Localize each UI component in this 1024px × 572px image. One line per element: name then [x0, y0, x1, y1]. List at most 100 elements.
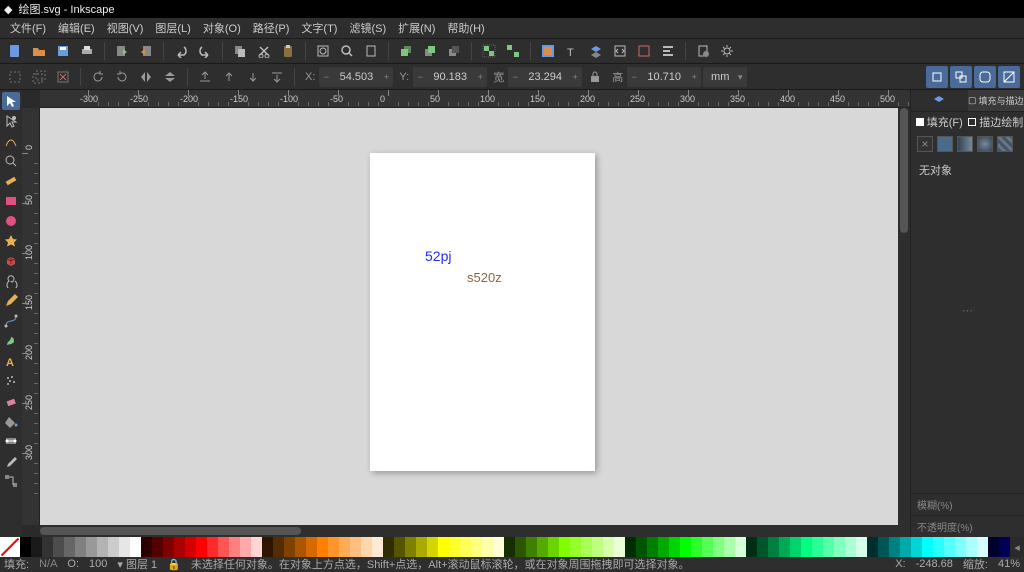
status-lock-icon[interactable]: 🔒: [167, 558, 181, 571]
palette-swatch[interactable]: [955, 537, 966, 557]
menu-layer[interactable]: 图层(L): [149, 18, 196, 38]
status-layer-nav[interactable]: ▾ 图层 1: [117, 556, 157, 572]
palette-swatch[interactable]: [251, 537, 262, 557]
menu-text[interactable]: 文字(T): [295, 18, 343, 38]
palette-menu-button[interactable]: ◂: [1010, 541, 1024, 554]
palette-swatch[interactable]: [812, 537, 823, 557]
unlink-clone-button[interactable]: [443, 40, 465, 62]
palette-swatch[interactable]: [394, 537, 405, 557]
palette-swatch[interactable]: [757, 537, 768, 557]
bucket-tool[interactable]: [2, 412, 20, 430]
palette-swatch[interactable]: [867, 537, 878, 557]
lower-bottom-button[interactable]: [266, 66, 288, 88]
palette-swatch[interactable]: [559, 537, 570, 557]
palette-swatch[interactable]: [680, 537, 691, 557]
palette-swatch[interactable]: [603, 537, 614, 557]
measure-tool[interactable]: [2, 172, 20, 190]
text-dialog-button[interactable]: T: [561, 40, 583, 62]
palette-swatch[interactable]: [526, 537, 537, 557]
paste-button[interactable]: [277, 40, 299, 62]
palette-swatch[interactable]: [658, 537, 669, 557]
palette-swatch[interactable]: [592, 537, 603, 557]
palette-swatch[interactable]: [537, 537, 548, 557]
palette-swatch[interactable]: [669, 537, 680, 557]
calligraphy-tool[interactable]: [2, 332, 20, 350]
eraser-tool[interactable]: [2, 392, 20, 410]
palette-swatch[interactable]: [284, 537, 295, 557]
horizontal-ruler[interactable]: -300-250-200-150-100-5005010015020025030…: [40, 90, 910, 108]
zoom-drawing-button[interactable]: [336, 40, 358, 62]
spray-tool[interactable]: [2, 372, 20, 390]
lower-button[interactable]: [242, 66, 264, 88]
tweak-tool[interactable]: [2, 132, 20, 150]
palette-swatch[interactable]: [999, 537, 1010, 557]
status-opacity-value[interactable]: 100: [89, 558, 107, 570]
import-button[interactable]: [111, 40, 133, 62]
w-input[interactable]: −+: [508, 67, 582, 87]
canvas-text-2[interactable]: s520z: [467, 270, 502, 285]
fill-none-swatch[interactable]: ×: [917, 136, 933, 152]
h-input[interactable]: −+: [627, 67, 701, 87]
connector-tool[interactable]: [2, 472, 20, 490]
export-button[interactable]: [135, 40, 157, 62]
palette-swatch[interactable]: [724, 537, 735, 557]
palette-swatch[interactable]: [273, 537, 284, 557]
palette-swatch[interactable]: [31, 537, 42, 557]
menu-help[interactable]: 帮助(H): [441, 18, 490, 38]
palette-swatch[interactable]: [119, 537, 130, 557]
align-button[interactable]: [657, 40, 679, 62]
subtab-stroke[interactable]: 描边绘制: [968, 112, 1024, 132]
spiral-tool[interactable]: [2, 272, 20, 290]
duplicate-button[interactable]: [395, 40, 417, 62]
pencil-tool[interactable]: [2, 292, 20, 310]
clone-button[interactable]: [419, 40, 441, 62]
deselect-button[interactable]: [52, 66, 74, 88]
menu-edit[interactable]: 编辑(E): [52, 18, 101, 38]
palette-swatch[interactable]: [207, 537, 218, 557]
preferences-button[interactable]: [716, 40, 738, 62]
palette-swatch[interactable]: [471, 537, 482, 557]
panel-tab-fill-stroke[interactable]: ▢填充与描边: [968, 90, 1024, 111]
palette-swatch[interactable]: [845, 537, 856, 557]
redo-button[interactable]: [194, 40, 216, 62]
node-tool[interactable]: [2, 112, 20, 130]
print-button[interactable]: [76, 40, 98, 62]
subtab-fill[interactable]: 填充(F): [911, 112, 968, 132]
palette-swatch[interactable]: [427, 537, 438, 557]
doc-props-button[interactable]: [692, 40, 714, 62]
palette-swatch[interactable]: [801, 537, 812, 557]
menu-filters[interactable]: 滤镜(S): [343, 18, 392, 38]
dropper-tool[interactable]: [2, 452, 20, 470]
palette-swatch[interactable]: [911, 537, 922, 557]
palette-swatch[interactable]: [702, 537, 713, 557]
fill-stroke-button[interactable]: [537, 40, 559, 62]
xml-button[interactable]: [609, 40, 631, 62]
select-all-layers-button[interactable]: [28, 66, 50, 88]
palette-swatch[interactable]: [53, 537, 64, 557]
menu-view[interactable]: 视图(V): [101, 18, 150, 38]
raise-button[interactable]: [218, 66, 240, 88]
save-button[interactable]: [52, 40, 74, 62]
zoom-page-button[interactable]: [360, 40, 382, 62]
palette-swatch[interactable]: [64, 537, 75, 557]
palette-swatch[interactable]: [328, 537, 339, 557]
palette-swatch[interactable]: [361, 537, 372, 557]
y-input[interactable]: −+: [413, 67, 487, 87]
vertical-scrollbar[interactable]: [898, 108, 910, 525]
palette-swatch[interactable]: [636, 537, 647, 557]
palette-swatch[interactable]: [185, 537, 196, 557]
palette-swatch[interactable]: [713, 537, 724, 557]
palette-swatch[interactable]: [548, 537, 559, 557]
palette-swatch[interactable]: [218, 537, 229, 557]
palette-swatch[interactable]: [141, 537, 152, 557]
cut-button[interactable]: [253, 40, 275, 62]
palette-swatch[interactable]: [295, 537, 306, 557]
palette-swatch[interactable]: [86, 537, 97, 557]
flip-h-button[interactable]: [135, 66, 157, 88]
fill-flat-swatch[interactable]: [937, 136, 953, 152]
ungroup-button[interactable]: [502, 40, 524, 62]
select-all-button[interactable]: [4, 66, 26, 88]
palette-swatch[interactable]: [350, 537, 361, 557]
palette-swatch[interactable]: [405, 537, 416, 557]
menu-object[interactable]: 对象(O): [197, 18, 247, 38]
